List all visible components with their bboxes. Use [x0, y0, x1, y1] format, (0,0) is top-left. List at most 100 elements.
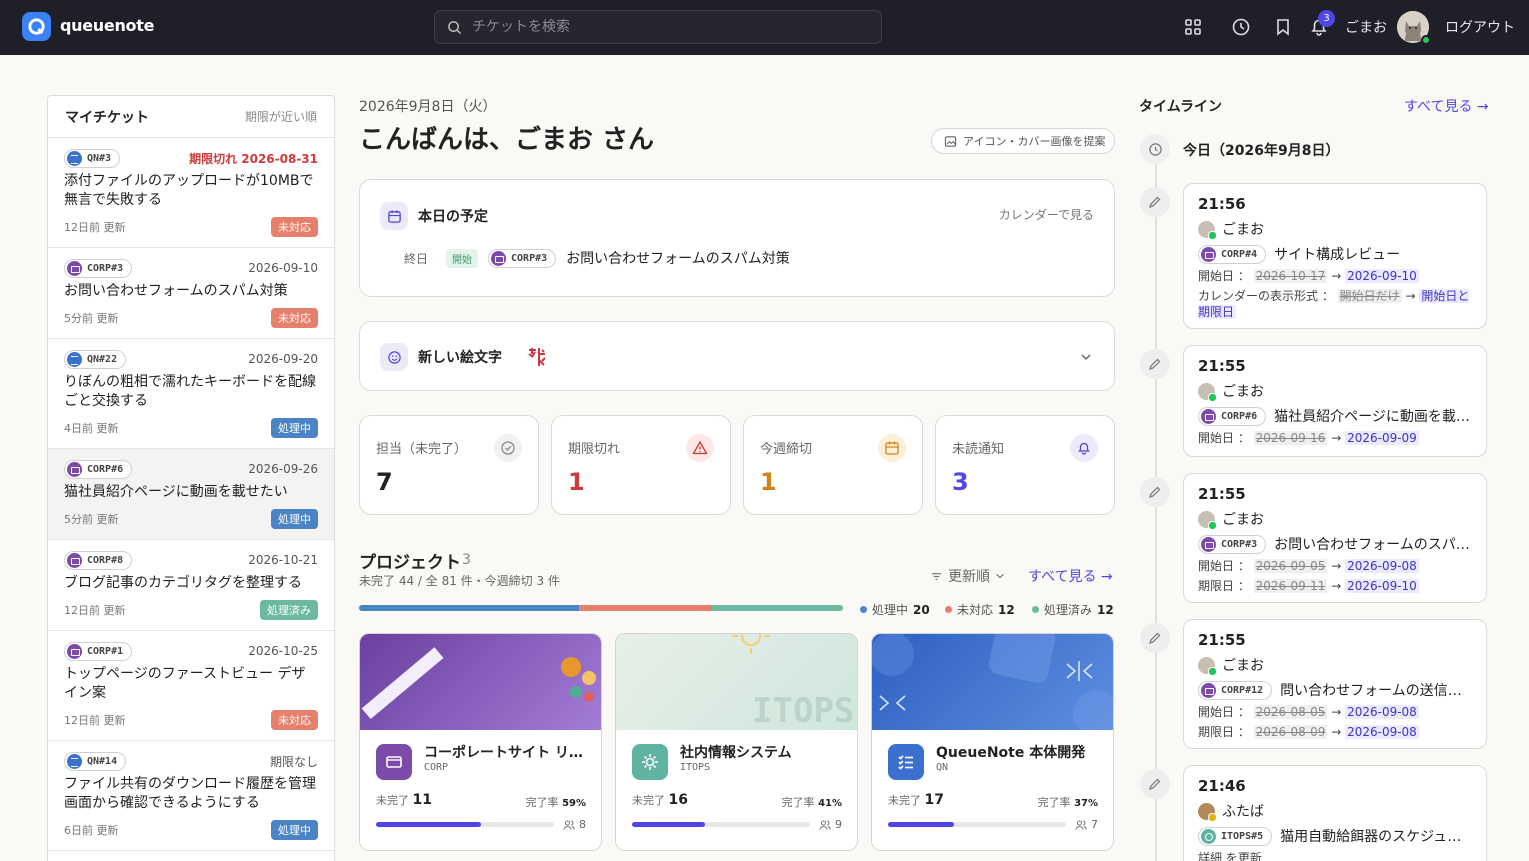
timeline-user: ごまお: [1198, 509, 1472, 530]
user-avatar: [1198, 382, 1217, 402]
timeline-see-all-link[interactable]: すべて見る →: [1404, 96, 1489, 116]
today-date: 2026年9月8日（火）: [359, 99, 497, 115]
ticket-row[interactable]: CORP#6 2026-09-26 猫社員紹介ページに動画を載せたい 5分前 更新 処理…: [48, 449, 334, 540]
kpi-value: 1: [568, 468, 585, 496]
projects-see-all-link[interactable]: すべて見る →: [1028, 566, 1113, 586]
qn-project-icon: [888, 744, 924, 780]
ticket-title: 添付ファイルのアップロードが10MBで無言で失敗する: [64, 173, 314, 208]
ticket-row[interactable]: CORP#1 2026-10-25 トップページのファーストビュー デザイン案 12日…: [48, 631, 334, 741]
my-tickets-title: マイチケット: [65, 109, 149, 126]
members-icon: [1075, 820, 1087, 830]
calendar-link[interactable]: カレンダーで見る: [999, 206, 1094, 223]
corp-project-icon: [67, 643, 82, 659]
schedule-event[interactable]: 終日 開始 CORP#3 お問い合わせフォームのスパム対策: [404, 248, 790, 268]
custom-emoji-icon: [528, 348, 546, 366]
kpi-overdue-card[interactable]: 期限切れ 1: [551, 415, 731, 515]
chevron-down-icon[interactable]: [1080, 351, 1092, 363]
arrow-icon: →: [1327, 725, 1346, 739]
edit-pencil-icon: [1140, 477, 1170, 507]
bookmark-icon[interactable]: [1272, 16, 1294, 38]
ticket-title: 猫社員紹介ページに動画を載せたい: [64, 484, 288, 500]
projects-sort-dropdown[interactable]: 更新順: [930, 566, 1005, 586]
ticket-code: CORP#8: [87, 554, 124, 566]
search-input[interactable]: [472, 19, 852, 35]
logout-link[interactable]: ログアウト: [1445, 17, 1515, 37]
ticket-row[interactable]: QN#22 2026-09-20 りぼんの粗相で濡れたキーボードを配線ごと交換する 4…: [48, 339, 334, 449]
project-progress-fill: [632, 822, 705, 827]
timeline-entry[interactable]: 21:55 ごまお CORP#3 お問い合わせフォームのスパム対策開始日 ： 2026…: [1183, 473, 1487, 603]
timeline-change: 開始日 ： 2026-10-17 → 2026-09-10: [1198, 269, 1419, 283]
legend-done: 処理済み 12: [1032, 601, 1114, 618]
history-clock-icon[interactable]: [1230, 16, 1252, 38]
ticket-row[interactable]: CORP#8 2026-10-21 ブログ記事のカテゴリタグを整理する 12日前 更新…: [48, 540, 334, 631]
schedule-title: 本日の予定: [418, 209, 488, 225]
ticket-chip[interactable]: CORP#6: [1198, 406, 1267, 426]
ticket-chip[interactable]: ITOPS#5: [1198, 826, 1273, 846]
ticket-chip[interactable]: CORP#3: [488, 248, 557, 268]
arrow-icon: →: [1327, 431, 1346, 445]
ticket-code: ITOPS#5: [1221, 830, 1264, 842]
corp-project-icon: [491, 250, 507, 266]
project-cover-image: [872, 634, 1113, 730]
members-icon: [563, 820, 575, 830]
timeline-ticket-title: 猫用自動給餌器のスケジュール: [1280, 829, 1472, 845]
edit-pencil-icon: [1140, 769, 1170, 799]
ticket-chip[interactable]: CORP#3: [1198, 534, 1267, 554]
project-card-qn[interactable]: QueueNote 本体開発 QN 未完了 17 完了率 37% 7: [871, 633, 1114, 851]
new-emoji-card[interactable]: 新しい絵文字: [359, 321, 1115, 391]
kpi-label: 期限切れ: [568, 442, 621, 457]
search-box[interactable]: [434, 10, 882, 44]
ticket-chip[interactable]: CORP#6: [64, 459, 133, 479]
ticket-chip[interactable]: CORP#8: [64, 550, 133, 570]
arrow-icon: →: [1401, 289, 1420, 303]
kpi-unread-card[interactable]: 未読通知 3: [935, 415, 1115, 515]
status-bar-segment-in-progress: [359, 605, 579, 611]
warning-triangle-icon: [686, 434, 714, 462]
kpi-due-this-week-card[interactable]: 今週締切 1: [743, 415, 923, 515]
timeline-user: ごまお: [1198, 655, 1472, 676]
timeline-entry[interactable]: 21:56 ごまお CORP#4 サイト構成レビュー 開始日 ： 2026-10-17 …: [1183, 183, 1487, 329]
ticket-row[interactable]: QN#14 期限なし ファイル共有のダウンロード履歴を管理画面から確認できるようにす…: [48, 741, 334, 851]
project-card-itops[interactable]: ITOPS 社内情報システム ITOPS 未完了 16 完了率 41% 9: [615, 633, 858, 851]
ticket-chip[interactable]: CORP#12: [1198, 680, 1273, 700]
timeline-change: 開始日 ： 2026-09-05 → 2026-09-08: [1198, 559, 1419, 573]
ticket-chip[interactable]: CORP#1: [64, 641, 133, 661]
timeline-change: 開始日 ： 2026-09-16 → 2026-09-09: [1198, 431, 1419, 445]
ticket-chip[interactable]: CORP#4: [1198, 244, 1267, 264]
kpi-value: 3: [952, 468, 969, 496]
projects-sort-label: 更新順: [948, 569, 990, 585]
timeline-rail: [1155, 160, 1157, 861]
user-name[interactable]: ごまお: [1345, 17, 1387, 37]
kpi-label: 今週締切: [760, 442, 813, 457]
suggest-cover-button[interactable]: アイコン・カバー画像を提案: [931, 128, 1115, 154]
ticket-due-date: 2026-10-25: [248, 644, 318, 658]
corp-project-icon: [1201, 246, 1216, 262]
ticket-code: CORP#3: [1221, 538, 1258, 550]
apps-grid-icon[interactable]: [1182, 16, 1204, 38]
ticket-chip[interactable]: CORP#3: [64, 258, 133, 278]
project-name: コーポレートサイト リニューアル: [424, 745, 594, 761]
ticket-row[interactable]: CORP#3 2026-09-10 お問い合わせフォームのスパム対策 5分前 更新 未対…: [48, 248, 334, 339]
status-badge: 処理中: [271, 418, 318, 438]
ticket-chip[interactable]: QN#22: [64, 349, 127, 369]
app-logo-icon[interactable]: [22, 12, 51, 41]
ticket-chip[interactable]: QN#14: [64, 751, 127, 771]
timeline-entry[interactable]: 21:55 ごまお CORP#6 猫社員紹介ページに動画を載せたい開始日 ： 2026…: [1183, 345, 1487, 457]
my-tickets-sort[interactable]: 期限が近い順: [245, 108, 317, 125]
legend-todo: 未対応 12: [945, 601, 1015, 618]
project-cover-image: [360, 634, 601, 730]
edit-pencil-icon: [1140, 623, 1170, 653]
timeline-user: ごまお: [1198, 219, 1472, 240]
timeline-entry[interactable]: 21:46 ふたば ITOPS#5 猫用自動給餌器のスケジュール 詳細 を更新: [1183, 765, 1487, 861]
project-card-corp[interactable]: コーポレートサイト リニューアル CORP 未完了 11 完了率 59% 8: [359, 633, 602, 851]
corp-project-icon: [1201, 536, 1216, 552]
app-brand[interactable]: queuenote: [60, 16, 154, 35]
calendar-icon: [878, 434, 906, 462]
legend-in-progress: 処理中 20: [860, 601, 930, 618]
kpi-assigned-card[interactable]: 担当（未完了） 7: [359, 415, 539, 515]
ticket-chip[interactable]: QN#3: [64, 148, 121, 168]
check-circle-icon: [494, 434, 522, 462]
ticket-title: トップページのファーストビュー デザイン案: [64, 666, 306, 701]
timeline-entry[interactable]: 21:55 ごまお CORP#12 問い合わせフォームの送信完了メール開始日 ： 20…: [1183, 619, 1487, 749]
ticket-row[interactable]: QN#3 期限切れ 2026-08-31 添付ファイルのアップロードが10MBで無言…: [48, 138, 334, 248]
